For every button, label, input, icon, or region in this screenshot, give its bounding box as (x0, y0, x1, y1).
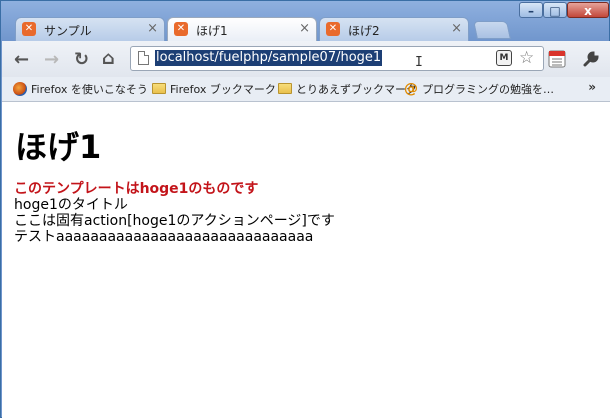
forward-icon[interactable]: → (44, 49, 59, 70)
maximize-button[interactable]: □ (543, 2, 567, 18)
xampp-icon: ✕ (174, 22, 188, 36)
firefox-icon (13, 82, 27, 96)
wrench-icon[interactable] (582, 50, 600, 68)
browser-window: – □ x ✕ サンプル × ✕ ほげ1 × ✕ ほげ2 × ← → ↻ ⌂ l… (0, 0, 610, 418)
bookmarks-bar: Firefox を使いこなそう Firefox ブックマーク とりあえずブックマ… (2, 77, 610, 102)
reload-icon[interactable]: ↻ (74, 49, 89, 70)
xampp-icon: ✕ (22, 22, 36, 36)
close-tab-icon[interactable]: × (451, 21, 462, 36)
bookmark-firefox-guide[interactable]: Firefox を使いこなそう (13, 81, 148, 97)
tab-hoge1[interactable]: ✕ ほげ1 × (167, 17, 317, 42)
back-icon[interactable]: ← (14, 49, 29, 70)
bookmark-firefox-folder[interactable]: Firefox ブックマーク (152, 81, 276, 97)
test-line: テストaaaaaaaaaaaaaaaaaaaaaaaaaaaaaa (14, 229, 314, 245)
page-heading: ほげ1 (15, 128, 102, 166)
page-menu-icon[interactable] (548, 50, 566, 68)
bookmark-star-icon[interactable]: ☆ (519, 48, 534, 68)
tab-label: ほげ2 (348, 24, 380, 38)
close-tab-icon[interactable]: × (299, 21, 310, 36)
at-icon: @ (404, 81, 418, 97)
bookmark-label: とりあえずブックマーク (296, 83, 417, 96)
tab-label: ほげ1 (196, 24, 228, 38)
folder-icon (152, 83, 166, 94)
bookmarks-overflow-icon[interactable]: » (588, 80, 596, 94)
bookmark-label: プログラミングの勉強を… (422, 83, 554, 96)
close-tab-icon[interactable]: × (147, 21, 158, 36)
bookmark-label: Firefox ブックマーク (170, 83, 276, 96)
tab-label: サンプル (44, 24, 92, 38)
bookmark-label: Firefox を使いこなそう (31, 83, 148, 96)
tab-hoge2[interactable]: ✕ ほげ2 × (319, 17, 469, 41)
tab-sample[interactable]: ✕ サンプル × (15, 17, 165, 41)
bookmark-temp-folder[interactable]: とりあえずブックマーク (278, 81, 417, 97)
text-cursor-icon: I (415, 55, 423, 70)
bookmark-programming[interactable]: @ プログラミングの勉強を… (404, 81, 554, 97)
url-text[interactable]: localhost/fuelphp/sample07/hoge1 (155, 50, 383, 66)
extension-icon[interactable]: M (496, 50, 512, 66)
title-bar: – □ x ✕ サンプル × ✕ ほげ1 × ✕ ほげ2 × (1, 1, 609, 43)
navigation-toolbar: ← → ↻ ⌂ localhost/fuelphp/sample07/hoge1… (2, 41, 610, 78)
address-bar[interactable]: localhost/fuelphp/sample07/hoge1 I M ☆ (130, 46, 544, 71)
new-tab-button[interactable] (473, 21, 511, 39)
folder-icon (278, 83, 292, 94)
close-window-button[interactable]: x (567, 2, 609, 18)
page-content: ほげ1 このテンプレートはhoge1のものです hoge1のタイトル ここは固有… (2, 102, 610, 418)
page-icon (138, 51, 149, 65)
minimize-button[interactable]: – (519, 2, 543, 18)
home-icon[interactable]: ⌂ (102, 48, 115, 69)
xampp-icon: ✕ (326, 22, 340, 36)
